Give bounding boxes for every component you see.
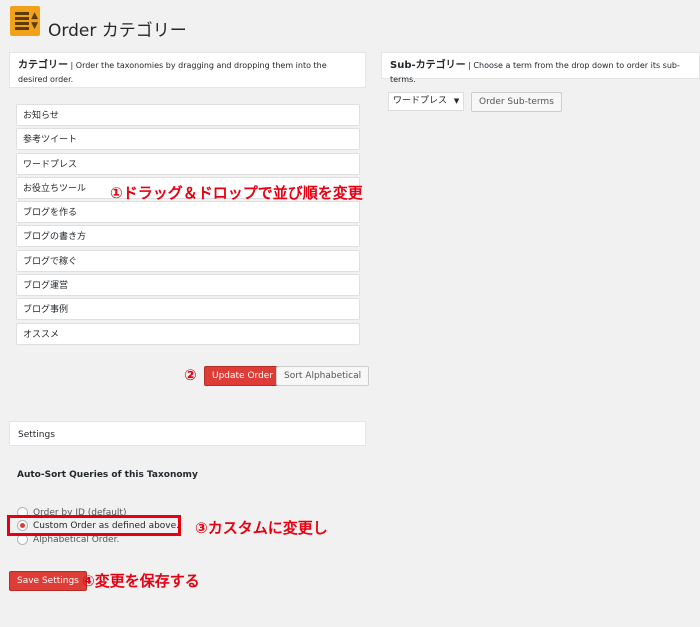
term-item[interactable]: ブログの書き方 [16,225,360,248]
subcategory-panel-title: Sub-カテゴリー [390,60,466,71]
term-item[interactable]: 参考ツイート [16,128,360,151]
category-panel-separator: | [68,61,76,70]
update-order-button[interactable]: Update Order [204,366,282,386]
sortable-term-list: お知らせ 参考ツイート ワードプレス お役立ちツール ブログを作る ブログの書き… [16,104,360,347]
page-title: Order カテゴリー [48,21,187,41]
term-item[interactable]: ワードプレス [16,152,360,175]
term-item[interactable]: ブログ事例 [16,298,360,321]
parent-term-select-value: ワードプレス [393,96,448,106]
sort-alphabetical-button[interactable]: Sort Alphabetical [276,366,370,386]
term-item[interactable]: ブログで稼ぐ [16,249,360,272]
settings-panel-header: Settings [9,421,366,446]
plugin-icon: ▲ ▼ [10,6,40,36]
radio-label: Alphabetical Order. [33,535,120,545]
subcategory-panel-header: Sub-カテゴリー | Choose a term from the drop … [381,52,700,84]
chevron-down-icon: ▼ [453,97,460,105]
parent-term-select[interactable]: ワードプレス ▼ [388,92,465,111]
annotation-save: ④変更を保存する [82,572,200,590]
highlight-box [7,515,181,536]
annotation-drag-drop: ①ドラッグ＆ドロップで並び順を変更 [110,184,363,202]
settings-title: Settings [18,430,55,440]
settings-subtitle: Auto-Sort Queries of this Taxonomy [17,470,198,480]
annotation-step-2: ② [184,366,197,384]
annotation-custom: ③カスタムに変更し [195,519,328,537]
category-panel-title: カテゴリー [18,60,68,71]
term-item[interactable]: オススメ [16,322,360,345]
term-item[interactable]: お知らせ [16,104,360,126]
order-subterms-button[interactable]: Order Sub-terms [471,92,562,112]
term-item[interactable]: ブログ運営 [16,274,360,297]
term-item[interactable]: ブログを作る [16,201,360,224]
category-panel-header: カテゴリー | Order the taxonomies by dragging… [9,52,366,88]
save-settings-button[interactable]: Save Settings [9,571,87,591]
